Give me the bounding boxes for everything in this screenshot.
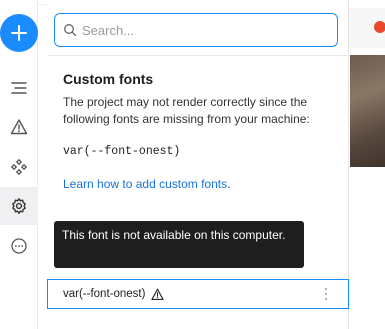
left-toolbar xyxy=(0,0,38,329)
search-box[interactable] xyxy=(54,13,338,47)
record-indicator[interactable] xyxy=(374,21,385,33)
tooltip: This font is not available on this compu… xyxy=(54,221,304,268)
settings-icon xyxy=(12,198,26,214)
components-icon xyxy=(10,158,28,176)
components-button[interactable] xyxy=(0,148,38,186)
kebab-menu-icon[interactable] xyxy=(324,287,330,301)
layers-icon xyxy=(11,82,27,94)
warning-icon xyxy=(10,119,28,135)
more-icon xyxy=(11,238,27,254)
layers-button[interactable] xyxy=(0,69,38,107)
search-input[interactable] xyxy=(82,22,322,38)
font-row-name: var(--font-onest) xyxy=(63,288,146,300)
learn-custom-fonts-link[interactable]: Learn how to add custom fonts xyxy=(63,177,227,191)
warning-icon xyxy=(151,288,165,301)
divider xyxy=(47,55,349,56)
missing-font-name: var(--font-onest) xyxy=(63,145,181,158)
settings-button[interactable] xyxy=(0,187,38,225)
add-button[interactable] xyxy=(0,14,38,52)
more-button[interactable] xyxy=(0,227,38,265)
canvas-area xyxy=(349,0,385,329)
warnings-button[interactable] xyxy=(0,108,38,146)
section-description: The project may not render correctly sin… xyxy=(63,95,310,126)
search-icon xyxy=(63,23,77,37)
canvas-image xyxy=(350,55,385,167)
section-title: Custom fonts xyxy=(63,71,154,87)
link-period: . xyxy=(227,177,231,191)
custom-fonts-section: Custom fonts The project may not render … xyxy=(63,70,343,193)
font-row[interactable]: var(--font-onest) xyxy=(47,279,349,309)
plus-icon xyxy=(11,25,27,41)
